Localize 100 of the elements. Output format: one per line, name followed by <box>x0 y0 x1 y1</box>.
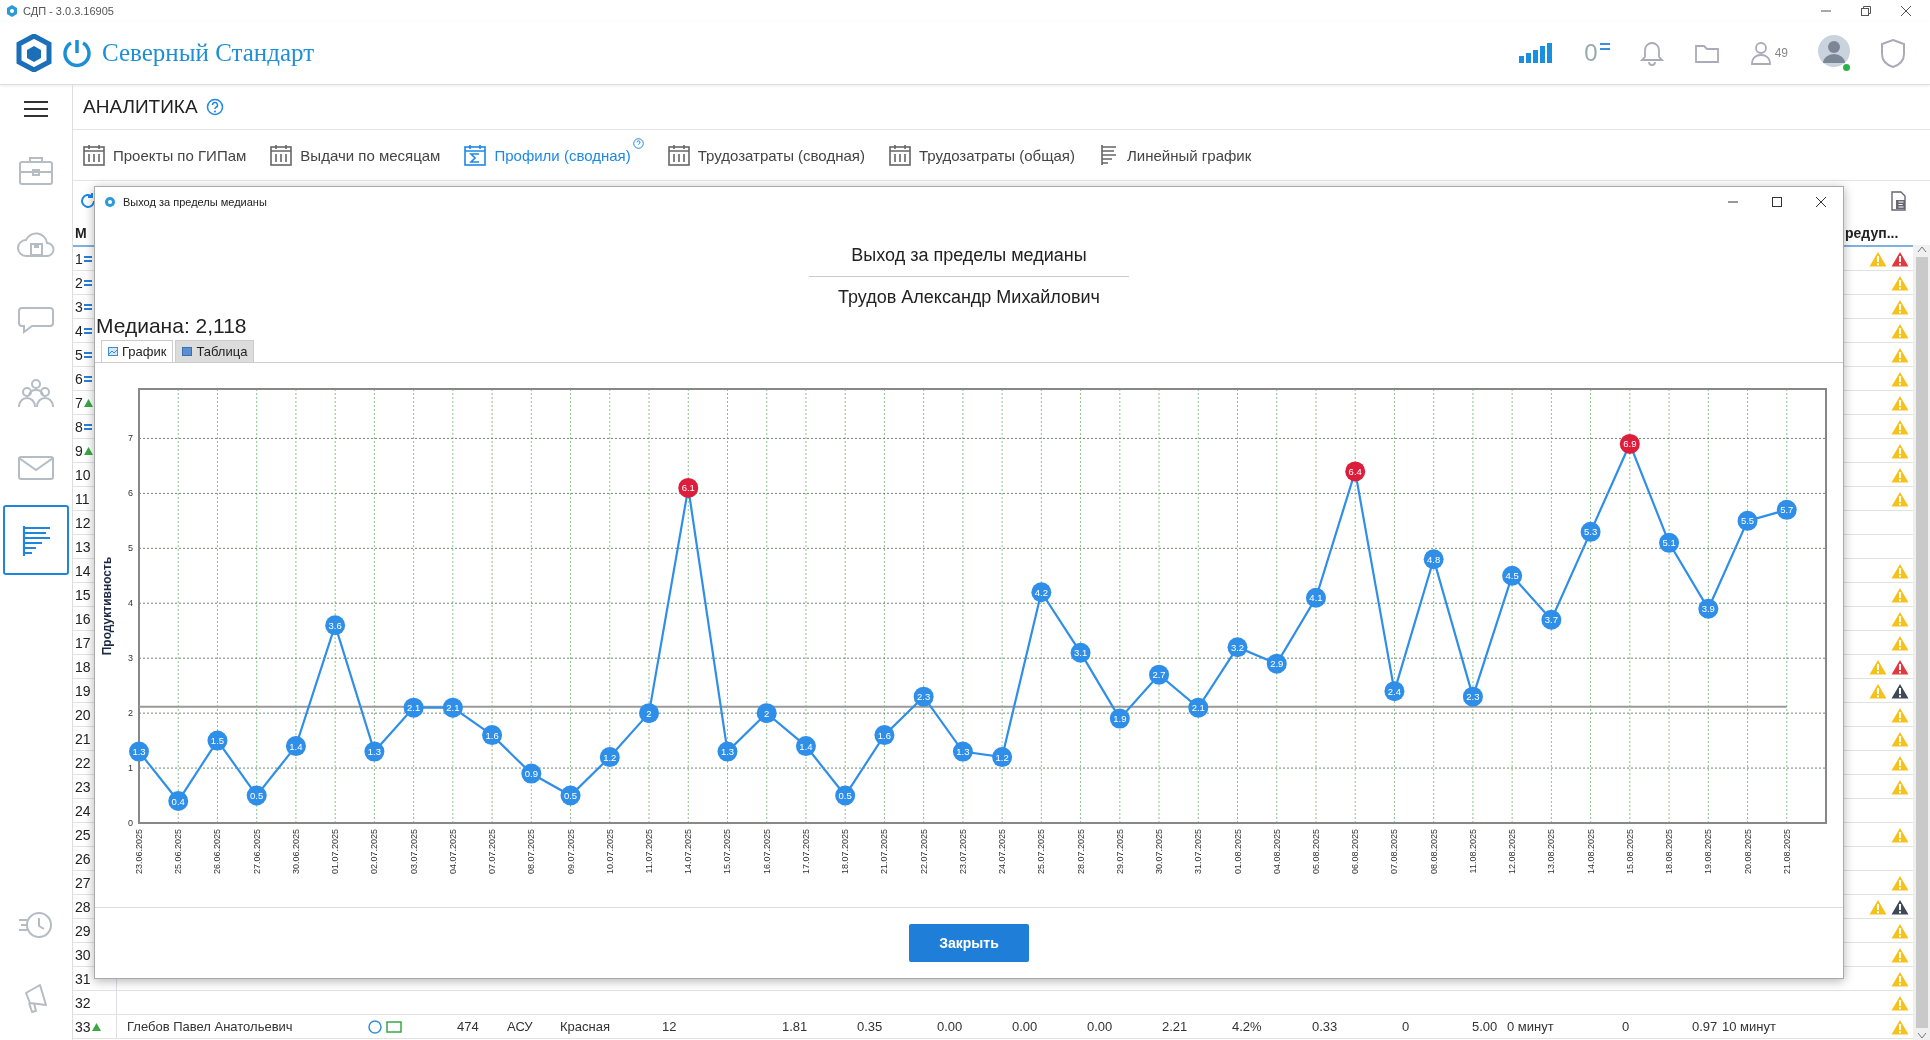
maximize-icon[interactable] <box>1771 196 1783 208</box>
folder-icon[interactable] <box>1693 42 1720 64</box>
tab[interactable]: Выдачи по месяцам <box>270 140 441 170</box>
data-point[interactable] <box>1423 549 1444 570</box>
row-number: 13 <box>75 538 91 555</box>
column-header[interactable]: редуп... <box>1845 225 1899 241</box>
x-tick-label: 30.06.2025 <box>290 829 301 875</box>
x-tick-label: 30.07.2025 <box>1154 829 1165 875</box>
x-tick-label: 14.07.2025 <box>683 829 694 875</box>
x-tick-label: 08.08.2025 <box>1428 829 1439 875</box>
data-point[interactable] <box>1031 582 1052 603</box>
data-point[interactable] <box>1227 637 1248 658</box>
row-number: 21 <box>75 730 91 747</box>
chart-title: Выход за пределы медианы <box>851 245 1087 266</box>
data-point[interactable] <box>1149 664 1170 685</box>
data-point[interactable] <box>913 686 934 707</box>
data-point[interactable] <box>756 703 777 724</box>
data-point[interactable] <box>1737 510 1758 531</box>
tab[interactable]: Трудозатраты (общая) <box>888 140 1075 170</box>
data-point[interactable] <box>599 747 620 768</box>
data-label: 0.4 <box>171 795 185 807</box>
data-point[interactable] <box>1698 598 1719 619</box>
data-point[interactable] <box>325 615 346 636</box>
data-point[interactable] <box>482 725 503 746</box>
data-point[interactable] <box>639 703 659 724</box>
close-icon[interactable] <box>1900 5 1912 17</box>
data-label: 2.1 <box>1191 702 1205 714</box>
bell-icon[interactable] <box>1639 40 1664 66</box>
data-point[interactable] <box>364 741 385 762</box>
data-point[interactable] <box>795 736 816 757</box>
x-tick-label: 25.07.2025 <box>1036 829 1047 875</box>
row-number: 8 <box>75 418 83 435</box>
data-point[interactable] <box>207 730 228 751</box>
tab[interactable]: Проекты по ГИПам <box>83 140 247 170</box>
scrollbar[interactable] <box>1913 245 1930 1040</box>
help-icon[interactable] <box>205 98 224 116</box>
refresh-icon[interactable] <box>79 192 97 210</box>
data-label: 2.3 <box>1466 691 1480 703</box>
table-cell-text: Глебов Павел Анатольевич <box>127 1019 294 1034</box>
avatar[interactable] <box>1818 35 1850 71</box>
data-point[interactable] <box>168 791 189 812</box>
data-point[interactable] <box>1384 681 1405 702</box>
data-point[interactable] <box>874 725 895 746</box>
data-point[interactable] <box>403 697 424 718</box>
tab[interactable]: Трудозатраты (сводная) <box>667 140 865 170</box>
tab[interactable]: Профили (сводная) <box>464 140 644 170</box>
data-point[interactable] <box>1266 653 1287 674</box>
tab[interactable]: Линейный график <box>1099 140 1252 170</box>
data-point[interactable] <box>1619 433 1640 454</box>
calendar-icon <box>888 144 911 166</box>
sidebar-item[interactable] <box>3 505 69 575</box>
data-point[interactable] <box>1462 686 1483 707</box>
column-header[interactable]: М <box>75 225 87 241</box>
section-title: АНАЛИТИКА <box>83 96 198 118</box>
data-point[interactable] <box>1659 532 1680 553</box>
shield-icon[interactable] <box>1880 38 1906 68</box>
x-tick-label: 09.07.2025 <box>565 829 576 875</box>
x-tick-label: 22.07.2025 <box>918 829 929 875</box>
data-point[interactable] <box>246 785 267 806</box>
median-value: Медиана: 2,118 <box>96 314 247 337</box>
data-label: 6.1 <box>681 482 695 494</box>
data-point[interactable] <box>1070 642 1091 663</box>
row-number: 17 <box>75 634 91 651</box>
data-point[interactable] <box>1541 609 1562 630</box>
data-label: 0.9 <box>524 768 538 780</box>
menu-icon[interactable] <box>23 99 49 119</box>
close-icon[interactable] <box>1815 196 1827 208</box>
table-cell-text: 0 <box>1402 1019 1411 1034</box>
tab[interactable]: График <box>101 340 174 362</box>
data-point[interactable] <box>442 697 463 718</box>
data-point[interactable] <box>1502 565 1523 586</box>
restore-icon[interactable] <box>1860 5 1872 17</box>
row-number: 6 <box>75 370 83 387</box>
data-label: 4.1 <box>1309 592 1323 604</box>
data-point[interactable] <box>678 477 699 498</box>
data-point[interactable] <box>1188 697 1209 718</box>
data-point[interactable] <box>1776 499 1797 520</box>
data-point[interactable] <box>285 736 306 757</box>
row-number: 1 <box>75 250 83 267</box>
row-number: 29 <box>75 922 91 939</box>
data-point[interactable] <box>992 747 1013 768</box>
tab[interactable]: Таблица <box>175 340 255 362</box>
data-point[interactable] <box>1345 461 1366 482</box>
data-point[interactable] <box>952 741 973 762</box>
user-icon[interactable] <box>1749 41 1772 65</box>
data-point[interactable] <box>835 785 856 806</box>
data-point[interactable] <box>1306 587 1326 608</box>
table-cell-text: 0.00 <box>1087 1019 1114 1034</box>
x-tick-label: 07.07.2025 <box>487 829 498 875</box>
row-number: 26 <box>75 850 91 867</box>
close-button[interactable]: Закрыть <box>909 924 1029 962</box>
data-point[interactable] <box>129 741 149 762</box>
x-tick-label: 31.07.2025 <box>1193 829 1204 875</box>
data-point[interactable] <box>1109 708 1130 729</box>
data-point[interactable] <box>717 741 738 762</box>
export-icon[interactable] <box>1889 191 1907 211</box>
sum-calendar-icon <box>464 144 487 166</box>
data-point[interactable] <box>1580 521 1601 542</box>
data-point[interactable] <box>521 763 542 784</box>
data-point[interactable] <box>560 785 581 806</box>
